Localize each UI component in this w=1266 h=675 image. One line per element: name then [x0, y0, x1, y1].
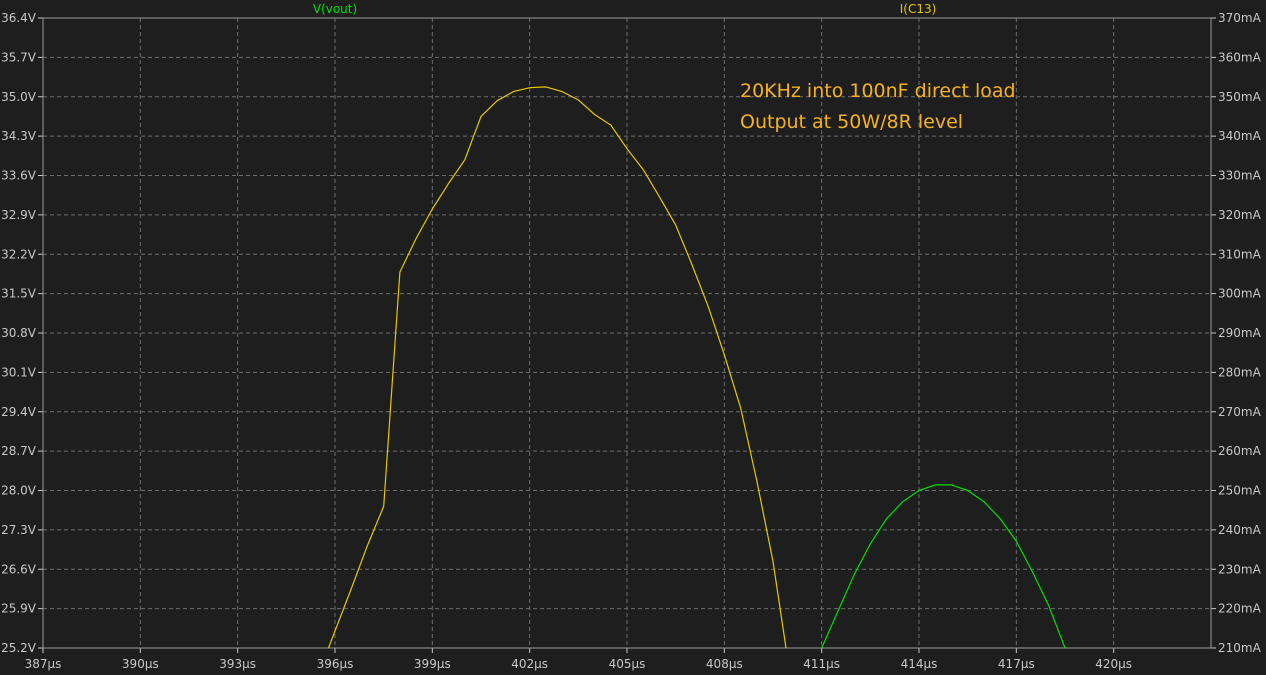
y-right-tick-label: 340mA — [1218, 129, 1262, 143]
y-right-tick-label: 330mA — [1218, 169, 1262, 183]
x-tick-label: 396µs — [317, 657, 354, 671]
y-right-tick-label: 210mA — [1218, 641, 1262, 655]
y-left-tick-label: 25.9V — [1, 602, 37, 616]
y-left-tick-label: 27.3V — [1, 523, 37, 537]
y-left-tick-label: 33.6V — [1, 169, 37, 183]
y-right-tick-label: 310mA — [1218, 247, 1262, 261]
y-left-tick-label: 31.5V — [1, 287, 37, 301]
x-tick-label: 411µs — [803, 657, 840, 671]
x-tick-label: 387µs — [25, 657, 62, 671]
legend-entry: V(vout) — [313, 2, 357, 16]
x-tick-label: 414µs — [901, 657, 938, 671]
y-left-tick-label: 25.2V — [1, 641, 37, 655]
y-left-tick-label: 36.4V — [1, 11, 37, 25]
y-left-tick-label: 28.7V — [1, 444, 37, 458]
x-tick-label: 405µs — [609, 657, 646, 671]
y-left-tick-label: 30.8V — [1, 326, 37, 340]
annotation-line-2: Output at 50W/8R level — [740, 111, 964, 133]
y-right-tick-label: 370mA — [1218, 11, 1262, 25]
y-right-tick-label: 260mA — [1218, 444, 1262, 458]
waveform-plot: 387µs 390µs 393µs 396µs 399µs 402µs 405µs 408µs… — [0, 0, 1266, 675]
plot-background — [0, 0, 1266, 675]
x-tick-label: 420µs — [1095, 657, 1132, 671]
x-tick-label: 393µs — [219, 657, 256, 671]
y-left-tick-label: 35.0V — [1, 90, 37, 104]
y-right-tick-label: 300mA — [1218, 287, 1262, 301]
y-left-tick-label: 29.4V — [1, 405, 37, 419]
x-tick-label: 399µs — [414, 657, 451, 671]
y-right-tick-label: 280mA — [1218, 365, 1262, 379]
y-right-tick-label: 360mA — [1218, 50, 1262, 64]
y-right-tick-label: 270mA — [1218, 405, 1262, 419]
x-tick-label: 408µs — [706, 657, 743, 671]
y-left-tick-label: 35.7V — [1, 50, 37, 64]
y-right-tick-label: 350mA — [1218, 90, 1262, 104]
y-left-tick-label: 26.6V — [1, 562, 37, 576]
annotation-line-1: 20KHz into 100nF direct load — [740, 80, 1016, 102]
x-tick-label: 417µs — [998, 657, 1035, 671]
y-right-tick-label: 220mA — [1218, 602, 1262, 616]
y-left-tick-label: 32.9V — [1, 208, 37, 222]
y-left-tick-label: 34.3V — [1, 129, 37, 143]
y-right-tick-label: 240mA — [1218, 523, 1262, 537]
y-right-tick-label: 320mA — [1218, 208, 1262, 222]
y-left-tick-label: 32.2V — [1, 247, 37, 261]
y-right-tick-label: 250mA — [1218, 484, 1262, 498]
legend-entry: I(C13) — [900, 2, 937, 16]
x-tick-label: 390µs — [122, 657, 159, 671]
y-left-tick-label: 30.1V — [1, 365, 37, 379]
y-right-tick-label: 290mA — [1218, 326, 1262, 340]
y-left-tick-label: 28.0V — [1, 484, 37, 498]
x-tick-label: 402µs — [511, 657, 548, 671]
y-right-tick-label: 230mA — [1218, 562, 1262, 576]
